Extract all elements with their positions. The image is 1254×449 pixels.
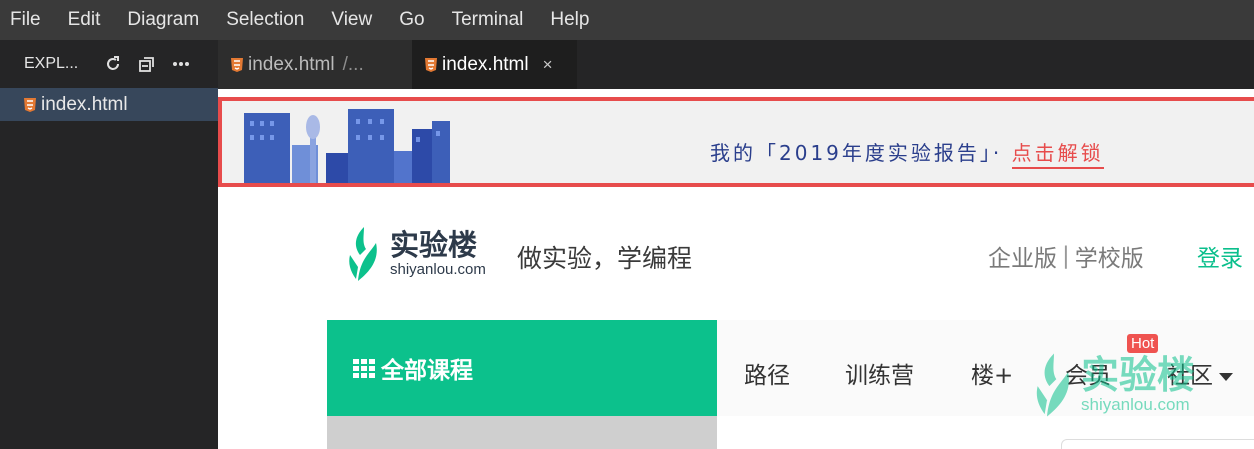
chevron-down-icon (1219, 372, 1233, 381)
search-box[interactable] (1061, 439, 1254, 449)
menu-view[interactable]: View (331, 9, 372, 31)
tab-label: index.html (248, 53, 335, 75)
file-item-index-html[interactable]: index.html (0, 88, 218, 121)
logo-text: 实验楼 shiyanlou.com (390, 229, 486, 279)
site-slogan: 做实验，学编程 (517, 244, 693, 273)
html-file-icon (24, 97, 36, 112)
html-preview: 我的「2019年度实验报告」· 点击解锁 实验楼 shiyanlou.com 做… (218, 89, 1254, 449)
close-icon[interactable]: × (543, 55, 553, 75)
tab-index-html-1[interactable]: index.html /... (218, 40, 412, 89)
explorer-title: EXPL... (24, 55, 79, 72)
explorer-header: EXPL... (0, 40, 218, 88)
watermark-en: shiyanlou.com (1081, 395, 1190, 414)
all-courses-label: 全部课程 (381, 358, 473, 384)
watermark: 实验楼 shiyanlou.com (1033, 351, 1195, 419)
site-logo[interactable]: 实验楼 shiyanlou.com (346, 225, 486, 283)
tab-index-html-active[interactable]: index.html × (412, 40, 577, 89)
more-icon[interactable] (170, 53, 192, 75)
banner-title: 我的「2019年度实验报告」· (710, 141, 1012, 165)
city-skyline-illustration (244, 109, 450, 183)
menu-selection[interactable]: Selection (226, 9, 304, 31)
menu-diagram[interactable]: Diagram (127, 9, 199, 31)
nav-link-path[interactable]: 路径 (744, 356, 790, 390)
logo-en: shiyanlou.com (390, 261, 486, 278)
shiyanlou-logo-icon (349, 227, 377, 281)
tab-label: index.html (442, 53, 529, 75)
menu-help[interactable]: Help (550, 9, 589, 31)
menu-edit[interactable]: Edit (68, 9, 101, 31)
edition-links: 企业版 | 学校版 (988, 239, 1144, 273)
login-link[interactable]: 登录 (1197, 239, 1243, 273)
separator: | (1062, 243, 1070, 269)
menu-go[interactable]: Go (399, 9, 424, 31)
banner-text: 我的「2019年度实验报告」· 点击解锁 (710, 137, 1104, 169)
watermark-text: 实验楼 shiyanlou.com (1081, 355, 1195, 415)
explorer-sidebar: EXPL... index.html (0, 40, 218, 449)
html-file-icon (231, 57, 243, 72)
logo-cn: 实验楼 (390, 228, 478, 262)
category-panel (327, 416, 717, 449)
tab-path: /... (342, 53, 364, 75)
watermark-logo-icon (1036, 353, 1069, 417)
html-file-icon (425, 57, 437, 72)
grid-icon (353, 358, 375, 378)
menu-terminal[interactable]: Terminal (452, 9, 524, 31)
watermark-cn: 实验楼 (1081, 353, 1196, 397)
menu-file[interactable]: File (10, 9, 41, 31)
nav-link-louplus[interactable]: 楼+ (971, 356, 1013, 390)
collapse-all-icon[interactable] (136, 53, 158, 75)
promo-banner[interactable]: 我的「2019年度实验报告」· 点击解锁 (218, 97, 1254, 187)
nav-link-bootcamp[interactable]: 训练营 (845, 356, 914, 390)
enterprise-link[interactable]: 企业版 (988, 239, 1057, 273)
file-item-label: index.html (41, 93, 128, 115)
all-courses-button[interactable]: 全部课程 (327, 320, 717, 416)
banner-cta-link[interactable]: 点击解锁 (1011, 141, 1104, 169)
school-link[interactable]: 学校版 (1075, 239, 1144, 273)
refresh-icon[interactable] (102, 53, 124, 75)
menu-bar: File Edit Diagram Selection View Go Term… (0, 0, 1254, 40)
editor-tab-bar: index.html /... index.html × (218, 40, 1254, 89)
